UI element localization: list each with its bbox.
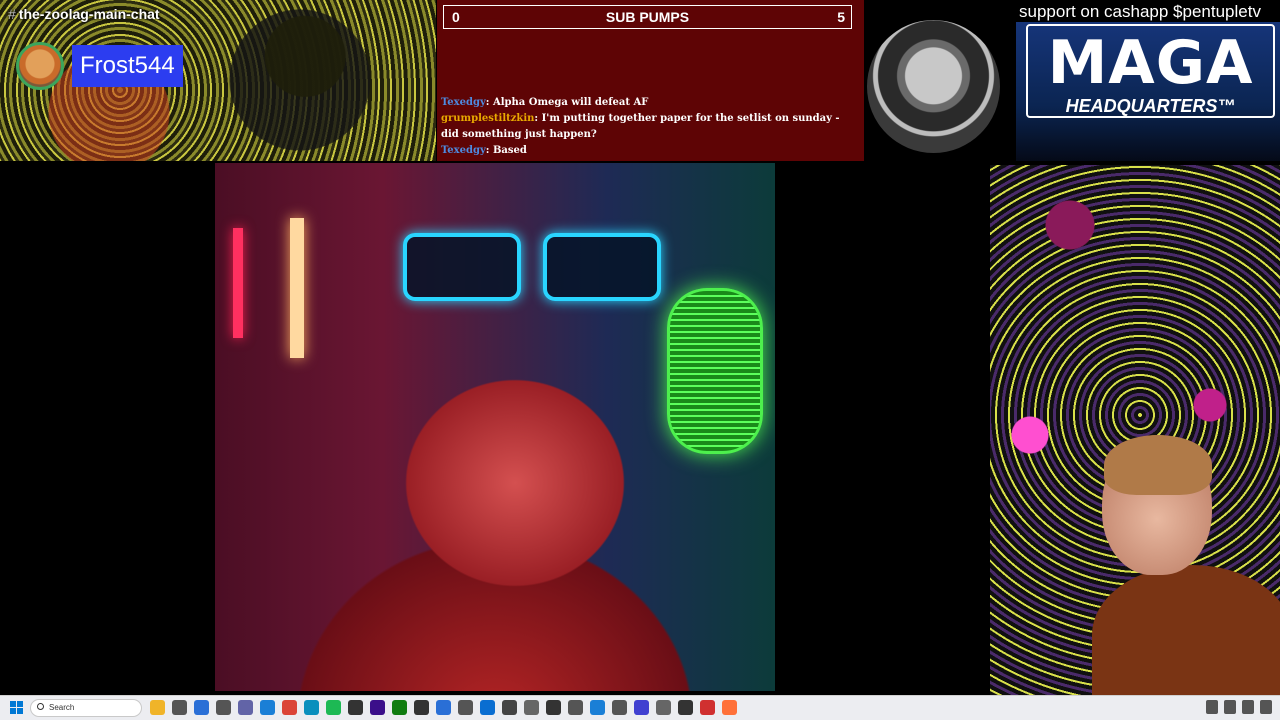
sub-pumps-right-count: 5 [837, 9, 845, 25]
chat-username: Texedgy [441, 145, 486, 156]
edge-icon[interactable] [304, 700, 319, 715]
chat-text: Alpha Omega will defeat AF [492, 97, 649, 108]
app-icon[interactable] [502, 700, 517, 715]
avatar [16, 42, 64, 90]
settings-icon[interactable] [172, 700, 187, 715]
streamer-webcam [1092, 435, 1280, 695]
system-tray [1206, 700, 1272, 714]
maga-subtitle: HEADQUARTERS™ [1065, 96, 1236, 116]
tray-icon[interactable] [1260, 700, 1272, 714]
firefox-icon[interactable] [722, 700, 737, 715]
file-explorer-icon[interactable] [150, 700, 165, 715]
neon-glasses [403, 233, 661, 309]
microphone-icon [667, 288, 763, 454]
app-icon[interactable] [524, 700, 539, 715]
app-icon[interactable] [678, 700, 693, 715]
camera-icon[interactable] [216, 700, 231, 715]
taskbar-apps [150, 700, 737, 715]
app-icon[interactable] [634, 700, 649, 715]
chat-message: Texedgy: Alpha Omega will defeat AF [441, 95, 851, 111]
store-icon[interactable] [194, 700, 209, 715]
app-icon[interactable] [612, 700, 627, 715]
premiere-icon[interactable] [370, 700, 385, 715]
chat-text: Based [492, 145, 527, 156]
xbox-icon[interactable] [392, 700, 407, 715]
discord-overlay: # the-zoolag-main-chat Frost544 [0, 0, 436, 161]
terminal-icon[interactable] [414, 700, 429, 715]
maga-logo-frame: MAGA HEADQUARTERS™ [1026, 24, 1275, 118]
glasses-lens [403, 233, 521, 301]
cashapp-banner: support on cashapp $pentupletv [1019, 2, 1261, 21]
search-label: Search [49, 703, 75, 712]
sub-pumps-title: SUB PUMPS [605, 9, 690, 25]
taskbar: Search [0, 695, 1280, 720]
hash-icon: # [8, 6, 16, 22]
chat-username: Texedgy [441, 97, 486, 108]
channel-name: # the-zoolag-main-chat [8, 6, 160, 22]
app-icon[interactable] [568, 700, 583, 715]
speaker-username: Frost544 [72, 45, 183, 87]
tray-icon[interactable] [1224, 700, 1236, 714]
glasses-lens [543, 233, 661, 301]
chrome-icon[interactable] [282, 700, 297, 715]
tray-icon[interactable] [1242, 700, 1254, 714]
search-icon [37, 703, 44, 710]
spotify-icon[interactable] [326, 700, 341, 715]
webcam-panel [990, 165, 1280, 695]
chat-message: grumplestiltzkin: I'm putting together p… [441, 111, 851, 143]
obs-icon[interactable] [348, 700, 363, 715]
chat-message: Texedgy: Based [441, 143, 851, 159]
app-icon[interactable] [700, 700, 715, 715]
maga-logo: MAGA HEADQUARTERS™ [1016, 22, 1280, 161]
portrait-image [867, 20, 1000, 153]
portrait-overlay [864, 0, 1004, 161]
app-icon[interactable] [458, 700, 473, 715]
channel-label: the-zoolag-main-chat [18, 6, 160, 22]
taskbar-search[interactable]: Search [30, 699, 142, 717]
streamer-hair [1104, 435, 1212, 495]
teams-icon[interactable] [238, 700, 253, 715]
chat-separator: : [485, 145, 493, 156]
neon-light [290, 218, 304, 358]
streamer-body [1092, 565, 1280, 695]
start-icon[interactable] [10, 701, 23, 714]
app-icon[interactable] [546, 700, 561, 715]
maga-title: MAGA [1047, 28, 1254, 98]
chat-username: grumplestiltzkin [441, 113, 535, 124]
sub-pumps-panel: 0 SUB PUMPS 5 Texedgy: Alpha Omega will … [437, 0, 864, 161]
main-video [215, 163, 775, 691]
sub-pumps-bar: 0 SUB PUMPS 5 [443, 5, 852, 29]
chat-separator: : [534, 113, 542, 124]
notepad-icon[interactable] [436, 700, 451, 715]
neon-light [233, 228, 243, 338]
chat-feed: Texedgy: Alpha Omega will defeat AF grum… [441, 95, 851, 159]
chat-separator: : [485, 97, 493, 108]
browser-icon[interactable] [260, 700, 275, 715]
app-icon[interactable] [480, 700, 495, 715]
app-icon[interactable] [590, 700, 605, 715]
app-icon[interactable] [656, 700, 671, 715]
tray-icon[interactable] [1206, 700, 1218, 714]
